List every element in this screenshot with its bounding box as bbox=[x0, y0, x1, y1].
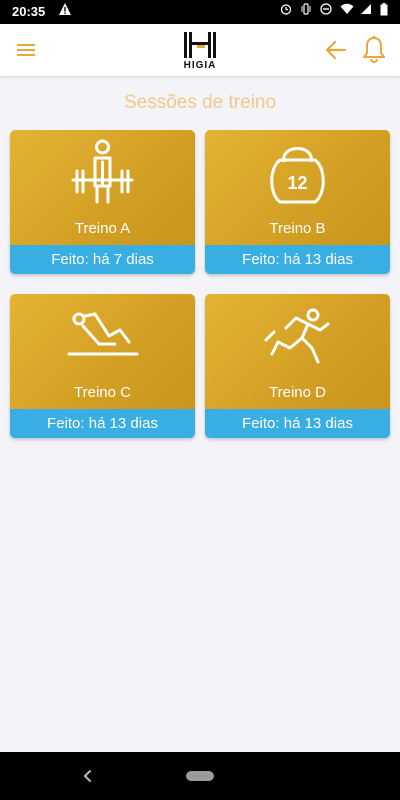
card-label: Treino B bbox=[269, 220, 326, 237]
app-logo: HIGIA bbox=[176, 30, 224, 72]
battery-icon bbox=[380, 3, 392, 16]
card-label: Treino D bbox=[269, 384, 326, 401]
signal-icon bbox=[360, 3, 372, 15]
notifications-button[interactable] bbox=[360, 34, 388, 64]
alarm-icon bbox=[280, 3, 292, 15]
dnd-icon bbox=[320, 3, 332, 15]
card-label: Treino C bbox=[74, 384, 131, 401]
system-nav-bar bbox=[0, 752, 400, 800]
card-treino-c[interactable]: Treino C Feito: há 13 dias bbox=[10, 294, 195, 438]
app-bar: HIGIA bbox=[0, 24, 400, 76]
wifi-icon bbox=[340, 3, 354, 15]
warning-icon bbox=[58, 2, 72, 19]
weightlifter-icon bbox=[71, 139, 134, 204]
card-status: Feito: há 13 dias bbox=[205, 409, 390, 438]
card-treino-a[interactable]: Treino A Feito: há 7 dias bbox=[10, 130, 195, 274]
menu-button[interactable] bbox=[14, 38, 38, 62]
runner-icon bbox=[264, 308, 330, 364]
logo-text: HIGIA bbox=[183, 60, 217, 71]
card-treino-d[interactable]: Treino D Feito: há 13 dias bbox=[205, 294, 390, 438]
status-bar: 20:35 bbox=[0, 0, 400, 24]
card-status: Feito: há 7 dias bbox=[10, 245, 195, 274]
card-status: Feito: há 13 dias bbox=[10, 409, 195, 438]
arrow-left-icon bbox=[325, 40, 347, 60]
section-title: Sessões de treino bbox=[123, 92, 277, 113]
card-label: Treino A bbox=[74, 220, 131, 237]
chevron-left-icon bbox=[83, 770, 91, 782]
kettlebell-number: 12 bbox=[287, 173, 307, 193]
kettlebell-icon: 12 bbox=[270, 147, 325, 204]
situp-icon bbox=[67, 312, 139, 356]
nav-back-button[interactable] bbox=[80, 768, 94, 784]
card-status: Feito: há 13 dias bbox=[205, 245, 390, 274]
back-button[interactable] bbox=[322, 36, 350, 64]
status-time: 20:35 bbox=[12, 4, 46, 19]
menu-icon bbox=[17, 44, 35, 56]
card-treino-b[interactable]: 12 Treino B Feito: há 13 dias bbox=[205, 130, 390, 274]
bell-icon bbox=[363, 35, 385, 63]
nav-home-pill[interactable] bbox=[186, 771, 214, 781]
vibrate-icon bbox=[300, 3, 312, 15]
